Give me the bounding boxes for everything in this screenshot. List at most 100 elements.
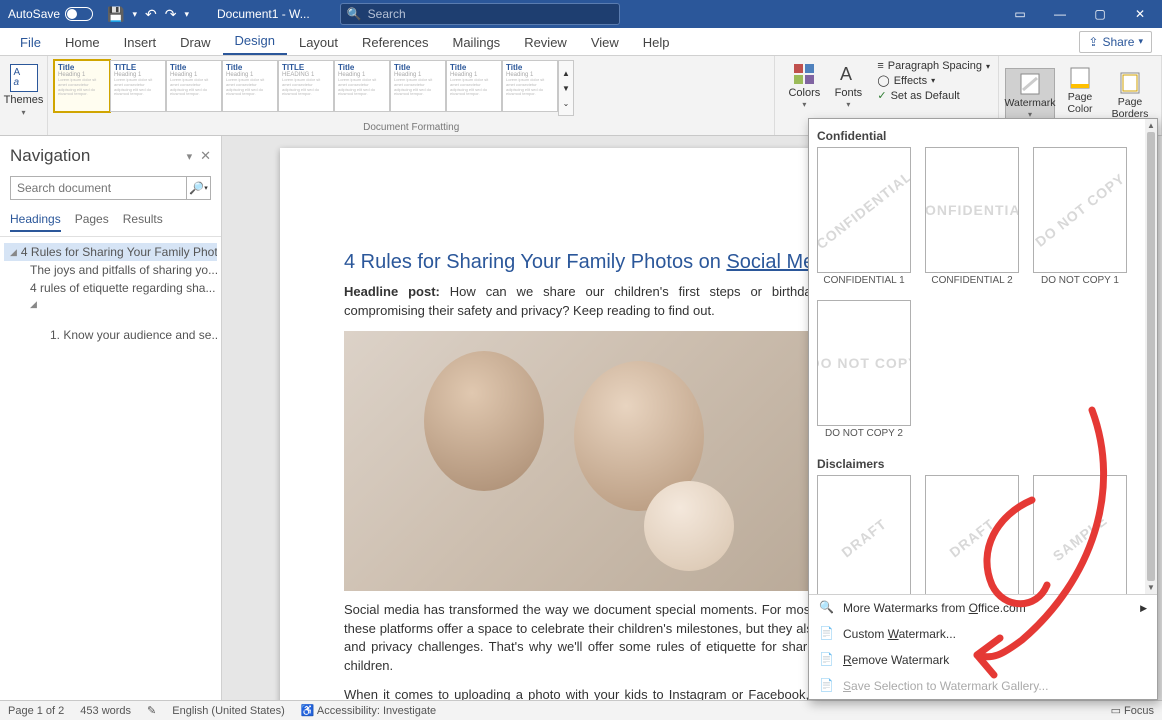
watermark-thumb[interactable]: CONFIDENTIALCONFIDENTIAL 2 <box>925 147 1019 286</box>
chevron-down-icon: ▾ <box>802 100 806 109</box>
watermark-thumb[interactable]: DRAFTDRAFT 1 <box>817 475 911 594</box>
close-icon[interactable]: ✕ <box>1120 0 1160 28</box>
status-spellcheck-icon[interactable]: ✎ <box>147 704 156 717</box>
tab-file[interactable]: File <box>8 30 53 55</box>
tab-view[interactable]: View <box>579 30 631 55</box>
search-icon: 🔍 <box>819 600 835 616</box>
nav-search[interactable]: 🔎▾ <box>10 176 211 200</box>
wm-grid-disclaimers: DRAFTDRAFT 1DRAFTDRAFT 2SAMPLESAMPLE 1 <box>817 475 1139 594</box>
style-set-item[interactable]: TitleHeading 1Lorem ipsum dolor sit amet… <box>446 60 502 112</box>
nav-search-input[interactable] <box>11 177 186 199</box>
watermark-thumb[interactable]: SAMPLESAMPLE 1 <box>1033 475 1127 594</box>
scroll-down-icon[interactable]: ▼ <box>1147 583 1155 592</box>
wm-more-button[interactable]: 🔍 More Watermarks from Office.com ▶ <box>809 595 1157 621</box>
effects-button[interactable]: ◯Effects▾ <box>877 74 990 87</box>
nav-search-button[interactable]: 🔎▾ <box>186 177 210 199</box>
nav-tree: ◢4 Rules for Sharing Your Family Phot...… <box>0 237 221 350</box>
navigation-pane: Navigation ▾ ✕ 🔎▾ Headings Pages Results… <box>0 136 222 700</box>
remove-icon: 📄 <box>819 652 835 668</box>
tab-review[interactable]: Review <box>512 30 579 55</box>
nav-tab-pages[interactable]: Pages <box>75 212 109 232</box>
wm-custom-label: Custom Watermark... <box>843 627 956 641</box>
ribbon-display-icon[interactable]: ▭ <box>1000 0 1040 28</box>
save-icon[interactable]: 💾 <box>107 6 124 23</box>
window-controls: ▭ — ▢ ✕ <box>1000 0 1160 28</box>
nav-close-icon[interactable]: ✕ <box>200 148 211 164</box>
style-gallery[interactable]: TitleHeading 1Lorem ipsum dolor sit amet… <box>54 60 768 116</box>
watermark-button[interactable]: Watermark ▾ <box>1005 68 1055 123</box>
nav-tab-results[interactable]: Results <box>123 212 163 232</box>
watermark-thumb[interactable]: DO NOT COPYDO NOT COPY 2 <box>817 300 911 439</box>
scrollbar[interactable]: ▲ ▼ <box>1145 119 1157 594</box>
tab-design[interactable]: Design <box>223 28 287 55</box>
status-language[interactable]: English (United States) <box>172 705 285 717</box>
watermark-thumb[interactable]: DRAFTDRAFT 2 <box>925 475 1019 594</box>
wm-remove-label: Remove Watermark <box>843 653 949 667</box>
themes-icon: Aa <box>10 64 38 92</box>
tab-home[interactable]: Home <box>53 30 112 55</box>
page-borders-label: Page Borders <box>1105 96 1155 120</box>
autosave-toggle[interactable]: AutoSave <box>2 7 99 21</box>
maximize-icon[interactable]: ▢ <box>1080 0 1120 28</box>
title-bar: AutoSave 💾 ▾ ↶ ↷ ▾ Document1 - W... 🔍 Se… <box>0 0 1162 28</box>
themes-button[interactable]: Aa Themes ▾ <box>4 60 44 121</box>
search-icon: 🔍 <box>347 7 362 21</box>
nav-item[interactable]: The joys and pitfalls of sharing yo... <box>4 261 217 279</box>
nav-collapse-icon[interactable]: ▾ <box>179 150 201 163</box>
watermark-thumb[interactable]: CONFIDENTIALCONFIDENTIAL 1 <box>817 147 911 286</box>
tab-draw[interactable]: Draw <box>168 30 222 55</box>
colors-button[interactable]: Colors ▾ <box>783 60 825 111</box>
style-set-item[interactable]: TitleHeading 1Lorem ipsum dolor sit amet… <box>390 60 446 112</box>
minimize-icon[interactable]: — <box>1040 0 1080 28</box>
nav-item[interactable]: ◢ <box>4 297 217 312</box>
scroll-up-icon[interactable]: ▲ <box>1147 121 1155 130</box>
watermark-dropdown: Confidential CONFIDENTIALCONFIDENTIAL 1C… <box>808 118 1158 700</box>
nav-item[interactable]: ◢4 Rules for Sharing Your Family Phot... <box>4 243 217 261</box>
scroll-thumb[interactable] <box>1147 132 1155 581</box>
watermark-thumb[interactable]: DO NOT COPYDO NOT COPY 1 <box>1033 147 1127 286</box>
style-set-item[interactable]: TITLEHeading 1Lorem ipsum dolor sit amet… <box>110 60 166 112</box>
tab-mailings[interactable]: Mailings <box>441 30 513 55</box>
set-default-label: Set as Default <box>891 90 960 102</box>
style-set-item[interactable]: TitleHeading 1Lorem ipsum dolor sit amet… <box>502 60 558 112</box>
share-label: Share <box>1102 35 1134 49</box>
tab-help[interactable]: Help <box>631 30 682 55</box>
qat-more-icon[interactable]: ▾ <box>184 9 189 20</box>
wm-custom-button[interactable]: 📄 Custom Watermark... <box>809 621 1157 647</box>
nav-item[interactable]: 4 rules of etiquette regarding sha... <box>4 279 217 297</box>
tab-layout[interactable]: Layout <box>287 30 350 55</box>
effects-column: ≡Paragraph Spacing▾ ◯Effects▾ ✓ Set as De… <box>871 60 990 102</box>
tab-references[interactable]: References <box>350 30 440 55</box>
page-borders-button[interactable]: Page Borders <box>1105 67 1155 124</box>
qat-dropdown-icon[interactable]: ▾ <box>132 9 137 20</box>
redo-icon[interactable]: ↷ <box>165 6 177 23</box>
quick-access-toolbar: 💾 ▾ ↶ ↷ ▾ <box>99 6 197 23</box>
status-focus[interactable]: ▭ Focus <box>1111 704 1154 717</box>
share-button[interactable]: ⇪ Share ▾ <box>1079 31 1152 53</box>
style-set-item[interactable]: TitleHeading 1Lorem ipsum dolor sit amet… <box>166 60 222 112</box>
nav-item-label: 4 Rules for Sharing Your Family Phot... <box>21 245 217 259</box>
style-gallery-more[interactable]: ▲▼⌄ <box>558 60 574 116</box>
status-accessibility[interactable]: ♿ Accessibility: Investigate <box>301 704 436 717</box>
colors-icon <box>792 62 816 86</box>
style-set-item[interactable]: TitleHeading 1Lorem ipsum dolor sit amet… <box>54 60 110 112</box>
paragraph-spacing-icon: ≡ <box>877 60 883 72</box>
set-default-button[interactable]: ✓ Set as Default <box>877 89 990 102</box>
nav-item[interactable]: 1. Know your audience and se... <box>4 326 217 344</box>
tab-insert[interactable]: Insert <box>112 30 169 55</box>
status-page[interactable]: Page 1 of 2 <box>8 705 64 717</box>
search-box[interactable]: 🔍 Search <box>340 3 620 25</box>
fonts-button[interactable]: A Fonts ▾ <box>827 60 869 111</box>
style-set-item[interactable]: TitleHeading 1Lorem ipsum dolor sit amet… <box>334 60 390 112</box>
style-set-item[interactable]: TITLEHEADING 1Lorem ipsum dolor sit amet… <box>278 60 334 112</box>
style-set-item[interactable]: TitleHeading 1Lorem ipsum dolor sit amet… <box>222 60 278 112</box>
chevron-right-icon: ▶ <box>1140 603 1147 614</box>
paragraph-spacing-button[interactable]: ≡Paragraph Spacing▾ <box>877 60 990 72</box>
svg-text:A: A <box>840 64 852 84</box>
status-words[interactable]: 453 words <box>80 705 131 717</box>
check-icon: ✓ <box>877 89 886 102</box>
wm-remove-button[interactable]: 📄 Remove Watermark <box>809 647 1157 673</box>
undo-icon[interactable]: ↶ <box>145 6 157 23</box>
nav-tab-headings[interactable]: Headings <box>10 212 61 232</box>
nav-item-label: 1. Know your audience and se... <box>50 328 217 342</box>
